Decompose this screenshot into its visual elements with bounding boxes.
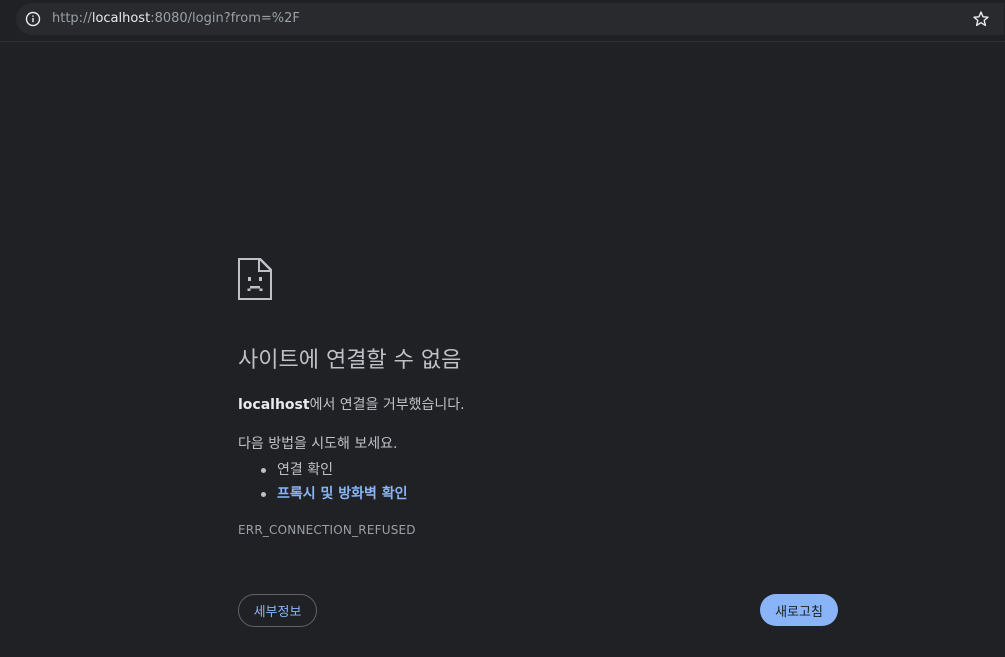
address-bar[interactable]: http://localhost:8080/login?from=%2F bbox=[16, 3, 1004, 35]
reload-button[interactable]: 새로고침 bbox=[760, 594, 838, 626]
url-path: :8080/login?from=%2F bbox=[150, 11, 300, 26]
suggestions-list: 연결 확인 프록시 및 방화벽 확인 bbox=[238, 458, 408, 506]
url-host: localhost bbox=[91, 11, 151, 26]
suggestion-check-proxy-firewall-link[interactable]: 프록시 및 방화벽 확인 bbox=[261, 482, 408, 506]
url-text[interactable]: http://localhost:8080/login?from=%2F bbox=[52, 10, 300, 28]
details-button[interactable]: 세부정보 bbox=[238, 594, 317, 627]
info-circle-icon[interactable] bbox=[24, 10, 42, 28]
star-outline-icon[interactable] bbox=[972, 10, 990, 28]
sad-document-icon bbox=[238, 258, 272, 300]
suggestion-check-connection: 연결 확인 bbox=[261, 458, 408, 482]
error-host: localhost bbox=[238, 397, 310, 413]
suggestions-label: 다음 방법을 시도해 보세요. bbox=[238, 436, 398, 452]
error-heading: 사이트에 연결할 수 없음 bbox=[238, 348, 462, 373]
url-scheme: http:// bbox=[52, 11, 92, 26]
error-description-suffix: 에서 연결을 거부했습니다. bbox=[309, 397, 465, 413]
error-code: ERR_CONNECTION_REFUSED bbox=[238, 523, 416, 537]
browser-toolbar: http://localhost:8080/login?from=%2F bbox=[0, 0, 1005, 42]
error-description: localhost에서 연결을 거부했습니다. bbox=[238, 395, 465, 415]
